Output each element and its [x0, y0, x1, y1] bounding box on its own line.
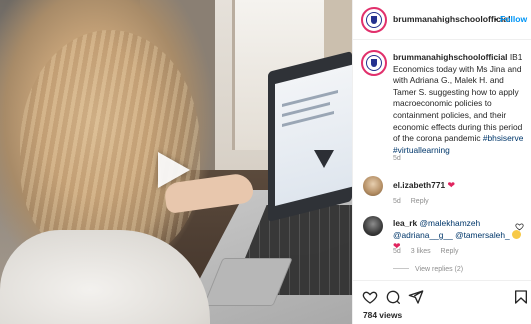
mention-link[interactable]: @tamersaleh_ [455, 230, 510, 240]
header-username[interactable]: brummanahighschoolofficial [393, 14, 510, 24]
play-icon[interactable] [158, 152, 190, 188]
avatar[interactable] [361, 7, 387, 33]
comment-meta: 5d Reply [393, 198, 437, 205]
heart-icon[interactable] [362, 289, 378, 305]
view-replies-button[interactable]: View replies (2) [393, 266, 463, 273]
post-video[interactable] [0, 0, 352, 324]
comment-like-icon[interactable] [515, 222, 524, 231]
caption-text: IB1 Economics today with Ms Jina and wit… [393, 52, 523, 144]
view-replies-line [393, 268, 409, 269]
comment-age: 5d [393, 198, 401, 205]
school-crest-icon [366, 55, 382, 71]
caption-age: 5d [393, 155, 401, 162]
reply-button[interactable]: Reply [411, 198, 429, 205]
comment-meta: 5d 3 likes Reply [393, 248, 466, 255]
comment-likes[interactable]: 3 likes [411, 248, 431, 255]
heart-emoji-icon: ❤ [447, 180, 456, 190]
mention-link[interactable]: @malekhamzeh [420, 218, 481, 228]
comment-icon[interactable] [385, 289, 401, 305]
comment-age: 5d [393, 248, 401, 255]
caption-username[interactable]: brummanahighschoolofficial [393, 52, 507, 62]
hashtag-link[interactable]: #bhsiserve [483, 133, 524, 143]
avatar[interactable] [361, 50, 387, 76]
comment-text: el.izabeth771 ❤ [393, 180, 527, 192]
view-replies-label: View replies (2) [415, 266, 464, 273]
post-header: brummanahighschoolofficial • Follow [353, 0, 531, 40]
post-actions: 784 views [353, 280, 531, 324]
video-laptop-display [275, 64, 352, 206]
follow-button[interactable]: Follow [500, 14, 527, 24]
comment-username[interactable]: el.izabeth771 [393, 180, 445, 190]
share-icon[interactable] [408, 289, 424, 305]
hashtag-link[interactable]: #virtuallearning [393, 145, 450, 155]
views-count: 784 views [363, 310, 403, 320]
bookmark-icon[interactable] [513, 289, 529, 305]
follow-separator: • [494, 14, 498, 24]
avatar[interactable] [363, 176, 383, 196]
caption-text-block: brummanahighschoolofficial IB1 Economics… [393, 52, 529, 156]
reply-button[interactable]: Reply [441, 248, 459, 255]
school-crest-icon [366, 12, 382, 28]
video-doc-arrow [314, 150, 334, 168]
comment-username[interactable]: lea_rk [393, 218, 417, 228]
avatar[interactable] [363, 216, 383, 236]
mention-link[interactable]: @adriana__g__ [393, 230, 453, 240]
post-side-panel: brummanahighschoolofficial • Follow brum… [352, 0, 531, 324]
video-person-hair-texture [20, 30, 200, 260]
